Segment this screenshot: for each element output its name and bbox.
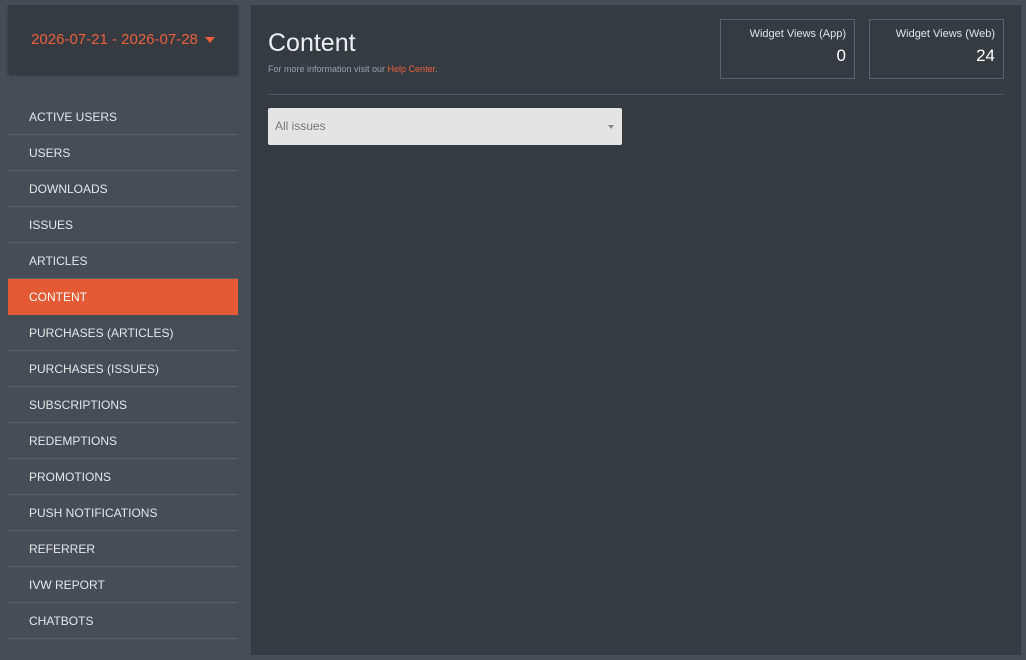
stat-label: Widget Views (Web) [895, 28, 995, 40]
sidebar-item-purchases-issues[interactable]: PURCHASES (ISSUES) [8, 351, 238, 387]
sidebar-item-chatbots[interactable]: CHATBOTS [8, 603, 238, 639]
sidebar-item-active-users[interactable]: ACTIVE USERS [8, 99, 238, 135]
sidebar-item-articles[interactable]: ARTICLES [8, 243, 238, 279]
stat-value: 0 [836, 46, 846, 65]
sidebar-item-downloads[interactable]: DOWNLOADS [8, 171, 238, 207]
sidebar-item-push-notifications[interactable]: PUSH NOTIFICATIONS [8, 495, 238, 531]
help-text: For more information visit our Help Cent… [268, 64, 438, 74]
date-range-label: 2026-07-21 - 2026-07-28 [31, 30, 198, 48]
sidebar-item-content[interactable]: CONTENT [8, 279, 238, 315]
help-text-prefix: For more information visit our [268, 64, 388, 74]
sidebar: 2026-07-21 - 2026-07-28 ACTIVE USERS USE… [8, 5, 238, 639]
help-text-suffix: . [435, 64, 438, 74]
help-center-link[interactable]: Help Center [388, 64, 436, 74]
sidebar-item-subscriptions[interactable]: SUBSCRIPTIONS [8, 387, 238, 423]
header-divider [268, 94, 1004, 95]
caret-down-icon [204, 36, 215, 43]
issue-filter-select[interactable]: All issues [268, 108, 622, 145]
date-range-picker[interactable]: 2026-07-21 - 2026-07-28 [8, 5, 238, 73]
dropdown-arrow-icon [608, 125, 614, 129]
sidebar-item-referrer[interactable]: REFERRER [8, 531, 238, 567]
stat-widget-views-web: Widget Views (Web) 24 [869, 19, 1004, 79]
sidebar-item-promotions[interactable]: PROMOTIONS [8, 459, 238, 495]
stat-widget-views-app: Widget Views (App) 0 [720, 19, 855, 79]
sidebar-nav: ACTIVE USERS USERS DOWNLOADS ISSUES ARTI… [8, 99, 238, 639]
page-title: Content [268, 29, 356, 57]
stat-label: Widget Views (App) [749, 28, 846, 40]
sidebar-item-purchases-articles[interactable]: PURCHASES (ARTICLES) [8, 315, 238, 351]
stat-value: 24 [976, 46, 995, 65]
sidebar-item-issues[interactable]: ISSUES [8, 207, 238, 243]
sidebar-item-ivw-report[interactable]: IVW REPORT [8, 567, 238, 603]
issue-filter-value: All issues [275, 119, 326, 133]
sidebar-item-users[interactable]: USERS [8, 135, 238, 171]
page-header: Content For more information visit our H… [268, 29, 438, 74]
main-panel: Content For more information visit our H… [251, 5, 1021, 655]
sidebar-item-redemptions[interactable]: REDEMPTIONS [8, 423, 238, 459]
